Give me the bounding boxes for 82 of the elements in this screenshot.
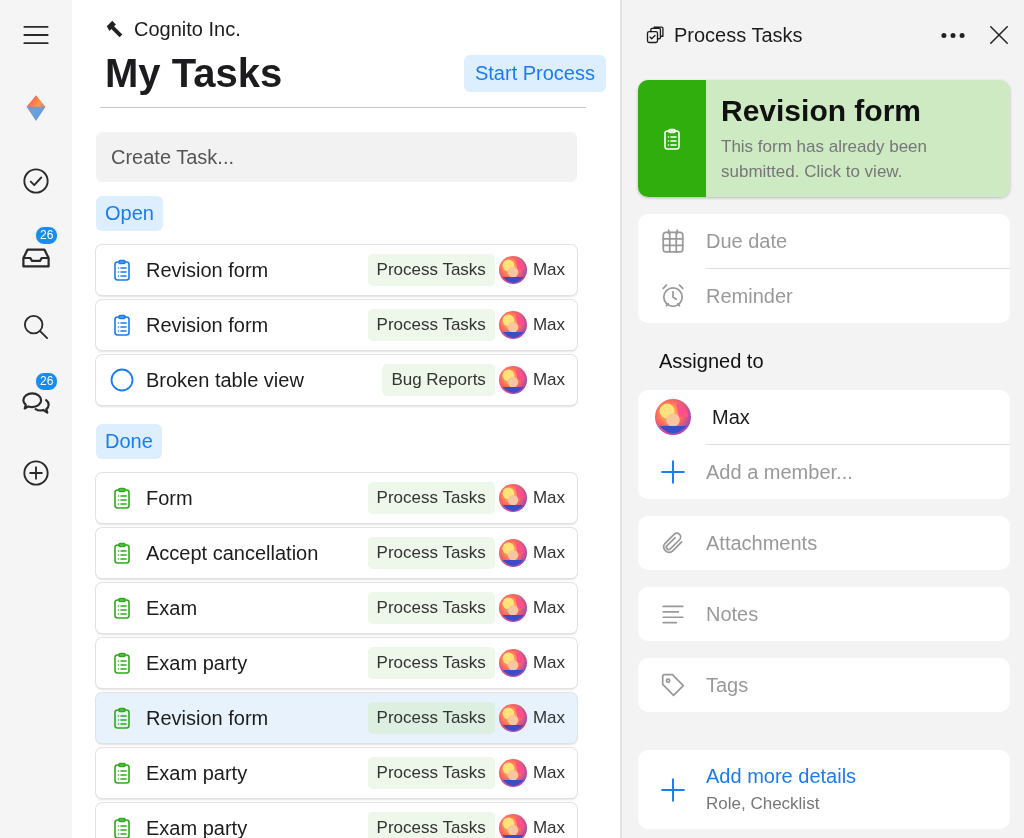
avatar-icon [498, 759, 527, 787]
add-circle-icon[interactable] [22, 459, 50, 487]
add-details-button[interactable]: Add more details Role, Checklist [638, 750, 1010, 829]
project-tag: Process Tasks [367, 702, 495, 734]
task-row[interactable]: Form Process Tasks Max [96, 473, 577, 523]
project-tag: Process Tasks [367, 647, 495, 679]
inbox-icon[interactable] [22, 248, 50, 268]
add-details-title: Add more details [706, 765, 857, 788]
task-title: Revision form [146, 313, 270, 337]
close-icon [988, 24, 1010, 46]
close-button[interactable] [988, 24, 1010, 46]
task-title: Exam party [146, 816, 249, 838]
avatar-icon [498, 256, 527, 284]
project-tag: Bug Reports [382, 364, 495, 396]
task-row[interactable]: Accept cancellation Process Tasks Max [96, 528, 577, 578]
avatar-icon [498, 649, 527, 677]
check-circle-icon[interactable] [22, 167, 50, 195]
avatar-icon [498, 311, 527, 339]
assignee-name: Max [532, 763, 565, 783]
section-label: Assigned to [659, 350, 765, 373]
task-title: Exam [146, 596, 199, 620]
circle-icon[interactable] [110, 368, 134, 392]
workspace-name: Cognito Inc. [134, 18, 241, 41]
project-tag: Process Tasks [367, 592, 495, 624]
assignee-name: Max [532, 543, 565, 563]
project-tag: Process Tasks [367, 757, 495, 789]
search-icon[interactable] [22, 313, 50, 341]
more-icon [941, 32, 965, 38]
project-tag: Process Tasks [367, 254, 495, 286]
task-title: Exam party [146, 761, 249, 785]
task-title: Accept cancellation [146, 541, 320, 565]
more-button[interactable] [941, 32, 965, 38]
stacked-cards-icon [645, 25, 665, 45]
form-title: Revision form [721, 94, 923, 128]
task-row[interactable]: Exam Process Tasks Max [96, 583, 577, 633]
project-tag: Process Tasks [367, 309, 495, 341]
task-title: Exam party [146, 651, 249, 675]
avatar-icon [498, 366, 527, 394]
task-row[interactable]: Broken table view Bug Reports Max [96, 355, 577, 405]
create-task-field[interactable]: Create Task... [96, 132, 577, 182]
avatar-icon [498, 484, 527, 512]
assignee-name: Max [532, 488, 565, 508]
task-row[interactable]: Revision form Process Tasks Max [96, 300, 577, 350]
assignee-name: Max [532, 708, 565, 728]
assignee-name: Max [532, 818, 565, 838]
form-description: This form has already been submitted. Click to view. [721, 136, 928, 183]
task-row[interactable]: Exam party Process Tasks Max [96, 748, 577, 798]
calendar-icon [660, 228, 686, 254]
assignee-name: Max [532, 653, 565, 673]
project-tag: Process Tasks [367, 537, 495, 569]
panel-title: Process Tasks [674, 23, 804, 47]
plus-icon [660, 776, 686, 803]
count-badge: 26 [35, 372, 59, 391]
task-title: Form [146, 486, 194, 510]
avatar-icon [498, 704, 527, 732]
assignee-name: Max [532, 370, 565, 390]
section-label: Open [96, 196, 163, 231]
task-row[interactable]: Exam party Process Tasks Max [96, 638, 577, 688]
tag-icon [660, 672, 686, 698]
avatar-icon [498, 814, 527, 838]
add-details-subtitle: Role, Checklist [706, 794, 821, 814]
assignee-name: Max [532, 315, 565, 335]
avatar-icon [655, 399, 691, 435]
avatar-icon [498, 539, 527, 567]
count-badge: 26 [35, 226, 59, 245]
section-label: Done [96, 424, 162, 459]
chat-bubbles-icon[interactable] [22, 392, 50, 414]
page-title: My Tasks [105, 51, 283, 96]
project-tag: Process Tasks [367, 482, 495, 514]
task-row[interactable]: Revision form Process Tasks Max [96, 245, 577, 295]
task-row[interactable]: Exam party Process Tasks Max [96, 803, 577, 838]
assignee-name: Max [532, 598, 565, 618]
avatar-icon [498, 594, 527, 622]
task-row[interactable]: Revision form Process Tasks Max [96, 693, 577, 743]
task-title: Revision form [146, 258, 270, 282]
project-tag: Process Tasks [367, 812, 495, 838]
member-name: Max [712, 405, 750, 429]
alarm-clock-icon [660, 283, 686, 309]
task-title: Revision form [146, 706, 270, 730]
plus-icon [660, 459, 686, 485]
assignee-name: Max [532, 260, 565, 280]
task-title: Broken table view [146, 368, 305, 392]
